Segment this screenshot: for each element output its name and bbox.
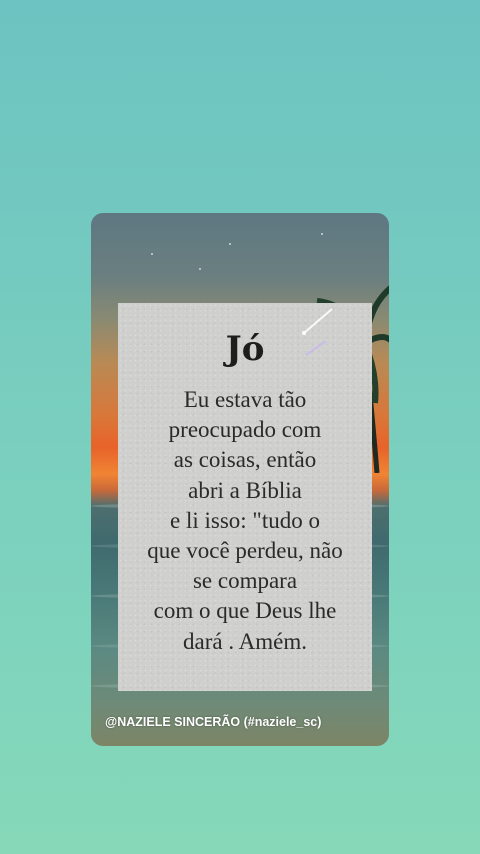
star-icon xyxy=(199,268,201,270)
star-icon xyxy=(321,233,323,235)
quote-panel: Jó Eu estava tão preocupado com as coisa… xyxy=(118,303,372,691)
shooting-star-icon xyxy=(302,308,333,356)
quote-line: se compara xyxy=(192,568,298,594)
quote-line: com o que Deus lhe xyxy=(153,598,337,624)
star-icon xyxy=(229,243,231,245)
quote-line: que você perdeu, não xyxy=(147,538,343,564)
quote-line: as coisas, então xyxy=(173,447,317,473)
quote-line: dará . Amém. xyxy=(183,628,307,654)
image-card: Jó Eu estava tão preocupado com as coisa… xyxy=(91,213,389,746)
quote-line: Eu estava tão xyxy=(183,387,307,412)
star-icon xyxy=(151,253,153,255)
quote-line: abri a Bíblia xyxy=(188,477,302,503)
quote-line: preocupado com xyxy=(168,417,322,443)
quote-body: Eu estava tão preocupado com as coisas, … xyxy=(118,385,372,657)
author-credit: @NAZIELE SINCERÃO (#naziele_sc) xyxy=(105,715,322,729)
quote-line: e li isso: "tudo o xyxy=(170,507,320,533)
